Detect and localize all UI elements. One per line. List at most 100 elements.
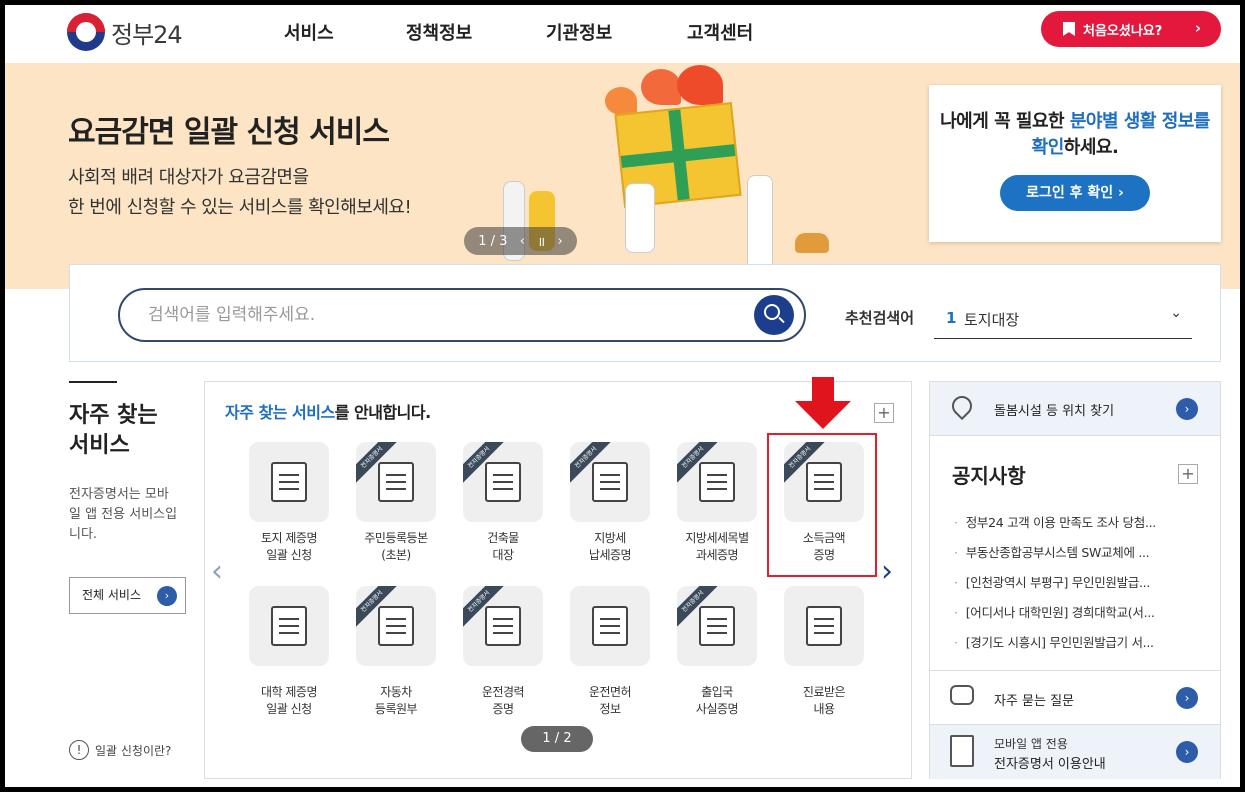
page-frame: 정부24 서비스 정책정보 기관정보 고객센터 처음오셨나요? › 요금감면 일… xyxy=(5,5,1240,787)
passport-icon xyxy=(699,606,735,646)
search-box[interactable] xyxy=(118,288,806,342)
login-prompt-card: 나에게 꼭 필요한 분야별 생활 정보를 확인하세요. 로그인 후 확인 › xyxy=(929,85,1221,242)
care-facility-finder[interactable]: 돌봄시설 등 위치 찾기 › xyxy=(930,382,1220,436)
search-button[interactable] xyxy=(754,295,794,335)
red-arrow-annotation xyxy=(795,377,851,429)
service-tile-label[interactable]: 지방세세목별 과세증명 xyxy=(662,530,772,564)
service-tile[interactable] xyxy=(249,442,329,522)
notice-item[interactable]: · 정부24 고객 이용 만족도 조사 당첨... xyxy=(954,512,1204,531)
banner-title: 요금감면 일괄 신청 서비스 xyxy=(68,115,390,150)
banner-subtitle: 사회적 배려 대상자가 요금감면을 한 번에 신청할 수 있는 서비스를 확인해… xyxy=(68,163,412,223)
notice-item[interactable]: · [어디서나 대학민원] 경희대학교(서... xyxy=(954,602,1204,621)
service-tile-label[interactable]: 지방세 납세증명 xyxy=(555,530,665,564)
chevron-right-icon: › xyxy=(1176,687,1198,709)
service-tile-label[interactable]: 대학 제증명 일괄 신청 xyxy=(234,684,344,718)
highlight-box xyxy=(767,433,877,577)
faq-link[interactable]: 자주 묻는 질문 › xyxy=(930,670,1220,724)
banner-subtitle-line2: 한 번에 신청할 수 있는 서비스를 확인해보세요! xyxy=(68,197,412,218)
bookmark-icon xyxy=(1063,22,1075,36)
all-services-button[interactable]: 전체 서비스 › xyxy=(69,577,186,614)
chevron-right-icon: › xyxy=(1194,19,1201,37)
top-header: 정부24 서비스 정책정보 기관정보 고객센터 처음오셨나요? › xyxy=(5,5,1240,63)
first-visit-button[interactable]: 처음오셨나요? › xyxy=(1041,11,1221,47)
service-tile-label[interactable]: 진료받은 내용 xyxy=(769,684,879,718)
notice-item[interactable]: · [경기도 시흥시] 무인민원발급기 서... xyxy=(954,632,1204,651)
service-tile[interactable] xyxy=(784,586,864,666)
stethoscope-icon xyxy=(806,606,842,646)
right-panel: 돌봄시설 등 위치 찾기 › 공지사항 + · 정부24 고객 이용 만족도 조사… xyxy=(929,381,1221,779)
slide-counter: 1 / 3 xyxy=(478,233,508,249)
keyword-rank: 1 xyxy=(946,309,957,327)
service-tile-label[interactable]: 출입국 사실증명 xyxy=(662,684,772,718)
service-tile[interactable]: 전자증명서 xyxy=(463,586,543,666)
service-tile-label[interactable]: 토지 제증명 일괄 신청 xyxy=(234,530,344,564)
chat-bubble-icon xyxy=(950,685,974,705)
dog-illustration xyxy=(795,233,829,253)
notice-more-button[interactable]: + xyxy=(1178,464,1198,484)
chart-board-icon xyxy=(699,462,735,502)
service-tile-label[interactable]: 운전면허 정보 xyxy=(555,684,665,718)
mobile-certificate-guide[interactable]: 모바일 앱 전용 전자증명서 이용안내 › xyxy=(930,724,1220,779)
person-illustration xyxy=(747,175,773,271)
service-tile[interactable]: 전자증명서 xyxy=(356,586,436,666)
flower-icon xyxy=(641,69,681,105)
login-message: 나에게 꼭 필요한 분야별 생활 정보를 확인하세요. xyxy=(940,111,1210,158)
login-check-button[interactable]: 로그인 후 확인 › xyxy=(1000,175,1150,211)
car-record-icon xyxy=(485,606,521,646)
search-input[interactable] xyxy=(148,302,728,328)
notice-item[interactable]: · 부동산종합공부시스템 SW교체에 ... xyxy=(954,542,1204,561)
services-prev-arrow[interactable]: ‹ xyxy=(211,554,223,589)
person-illustration xyxy=(625,183,655,253)
banner-subtitle-line1: 사회적 배려 대상자가 요금감면을 xyxy=(68,167,309,188)
chevron-right-icon: › xyxy=(157,586,177,606)
first-visit-label: 처음오셨나요? xyxy=(1083,23,1163,39)
chevron-right-icon: › xyxy=(1176,398,1198,420)
flower-icon xyxy=(677,65,723,105)
slide-next-button[interactable]: › xyxy=(558,234,563,249)
section-divider xyxy=(69,381,117,383)
nav-policy-info[interactable]: 정책정보 xyxy=(406,19,472,45)
services-pager[interactable]: 1 / 2 xyxy=(521,726,593,752)
notice-heading: 공지사항 xyxy=(952,464,1026,488)
slide-controls: 1 / 3 ‹ ॥ › xyxy=(464,227,577,255)
nav-customer-center[interactable]: 고객센터 xyxy=(687,19,753,45)
taegeuk-logo-icon xyxy=(67,13,105,51)
service-tile-label[interactable]: 자동차 등록원부 xyxy=(341,684,451,718)
service-tile[interactable]: 전자증명서 xyxy=(570,442,650,522)
gov24-logo[interactable]: 정부24 xyxy=(67,13,183,51)
building-doc-icon xyxy=(485,462,521,502)
slide-prev-button[interactable]: ‹ xyxy=(520,234,525,249)
services-next-arrow[interactable]: › xyxy=(881,554,893,589)
service-tile[interactable]: 전자증명서 xyxy=(356,442,436,522)
location-pin-icon xyxy=(947,391,977,421)
search-section: 추천검색어 1 토지대장 ⌄ xyxy=(69,264,1221,362)
graduation-cap-icon xyxy=(271,606,307,646)
service-tile[interactable] xyxy=(570,586,650,666)
service-tile-label[interactable]: 운전경력 증명 xyxy=(448,684,558,718)
services-panel-title: 자주 찾는 서비스를 안내합니다. xyxy=(225,403,431,422)
services-more-button[interactable]: + xyxy=(874,403,894,423)
recommended-keywords-dropdown[interactable]: 1 토지대장 ⌄ xyxy=(934,299,1192,339)
keyword-value[interactable]: 토지대장 xyxy=(964,309,1019,330)
car-doc-icon xyxy=(378,606,414,646)
land-map-icon xyxy=(271,462,307,502)
chevron-down-icon[interactable]: ⌄ xyxy=(1170,305,1182,321)
nav-services[interactable]: 서비스 xyxy=(284,19,334,45)
recommended-keywords-label: 추천검색어 xyxy=(845,309,915,327)
info-icon: ! xyxy=(69,740,89,760)
chevron-right-icon: › xyxy=(1176,741,1198,763)
flower-icon xyxy=(605,87,637,115)
service-tile-label[interactable]: 주민등록등본 (초본) xyxy=(341,530,451,564)
notice-item[interactable]: · [인천광역시 부평구] 무인민원발급... xyxy=(954,572,1204,591)
slide-pause-button[interactable]: ॥ xyxy=(537,232,545,250)
id-card-icon xyxy=(378,462,414,502)
frequent-services-desc: 전자증명서는 모바일 앱 전용 서비스입니다. xyxy=(69,487,178,542)
service-tile[interactable] xyxy=(249,586,329,666)
bulk-apply-info-link[interactable]: ! 일괄 신청이란? xyxy=(69,740,171,760)
service-tile-label[interactable]: 건축물 대장 xyxy=(448,530,558,564)
nav-agency-info[interactable]: 기관정보 xyxy=(546,19,612,45)
service-tile[interactable]: 전자증명서 xyxy=(463,442,543,522)
service-tile[interactable]: 전자증명서 xyxy=(677,586,757,666)
frequent-services-heading: 자주 찾는 서비스 xyxy=(69,403,158,458)
service-tile[interactable]: 전자증명서 xyxy=(677,442,757,522)
